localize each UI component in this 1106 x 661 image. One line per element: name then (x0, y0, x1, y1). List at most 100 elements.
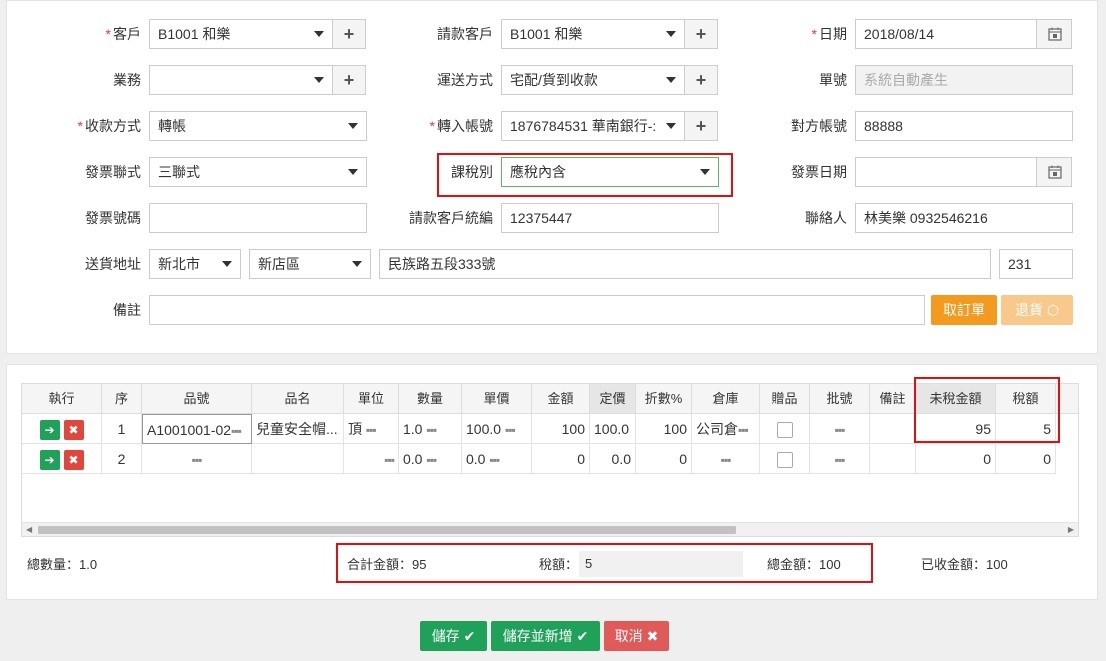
add-business-button[interactable]: + (332, 65, 366, 95)
tax-amount-label: 稅額： (539, 557, 579, 572)
col-header-item-name: 品名 (252, 384, 344, 414)
ellipsis-icon[interactable]: ▪▪▪ (366, 423, 377, 437)
chevron-down-icon (352, 261, 362, 267)
row-qty[interactable]: 1.0 ▪▪▪ (399, 414, 462, 444)
row-unit[interactable]: 頂 ▪▪▪ (344, 414, 399, 444)
row-warehouse[interactable]: 公司倉▪▪▪ (692, 414, 760, 444)
row-discount[interactable]: 0 (636, 444, 692, 474)
row-note[interactable] (870, 414, 916, 444)
save-button[interactable]: 儲存 ✔ (420, 621, 487, 651)
row-amount: 0 (532, 444, 590, 474)
cancel-button[interactable]: 取消 ✖ (604, 621, 669, 651)
grand-total: 總金額：100 (767, 557, 841, 572)
ellipsis-icon[interactable]: ▪▪▪ (489, 453, 500, 467)
chevron-down-icon (666, 77, 676, 83)
x-icon[interactable]: ✖ (63, 450, 84, 471)
invoice-no-input[interactable] (149, 203, 367, 233)
payment-method-label: * 收款方式 (77, 118, 141, 134)
add-transfer-account-button[interactable]: + (684, 111, 718, 141)
date-input[interactable]: 2018/08/14 (855, 19, 1037, 49)
counter-account-input[interactable]: 88888 (855, 111, 1073, 141)
row-item-no[interactable]: A1001001-02▪▪▪ (142, 414, 252, 444)
ellipsis-icon[interactable]: ▪▪▪ (721, 453, 732, 467)
payment-method-select[interactable]: 轉帳 (149, 111, 367, 141)
gift-checkbox[interactable] (776, 422, 793, 439)
calendar-icon (1048, 165, 1062, 179)
row-gift (760, 444, 810, 474)
ellipsis-icon[interactable]: ▪▪▪ (738, 423, 749, 437)
row-unit[interactable]: ▪▪▪ (344, 444, 399, 474)
date-calendar-button[interactable] (1036, 19, 1072, 49)
scrollbar-thumb[interactable] (38, 526, 736, 534)
scroll-right-icon[interactable]: ▶ (1068, 525, 1074, 534)
save-and-new-button[interactable]: 儲存並新增 ✔ (491, 621, 600, 651)
zip-input[interactable]: 231 (999, 249, 1073, 279)
remark-label: 備註 (113, 302, 141, 318)
invoice-date-input[interactable] (855, 157, 1037, 187)
arrow-right-icon[interactable]: ➔ (39, 450, 60, 471)
ellipsis-icon[interactable]: ▪▪▪ (835, 423, 846, 437)
cancel-order-button[interactable]: 取訂單 (931, 295, 997, 325)
add-billing-customer-button[interactable]: + (684, 19, 718, 49)
ellipsis-icon[interactable]: ▪▪▪ (384, 453, 395, 467)
ellipsis-icon[interactable]: ▪▪▪ (426, 453, 437, 467)
plus-icon: + (695, 24, 707, 44)
chevron-down-icon (314, 77, 324, 83)
billing-customer-select[interactable]: B1001 和樂 (501, 19, 685, 49)
remark-textarea[interactable] (149, 295, 925, 325)
ellipsis-icon[interactable]: ▪▪▪ (835, 453, 846, 467)
customer-select[interactable]: B1001 和樂 (149, 19, 333, 49)
ellipsis-icon[interactable]: ▪▪▪ (192, 453, 203, 467)
row-batch[interactable]: ▪▪▪ (810, 444, 870, 474)
row-price[interactable]: 100.0 ▪▪▪ (462, 414, 532, 444)
chevron-down-icon (700, 169, 710, 175)
row-discount[interactable]: 100 (636, 414, 692, 444)
customer-label: * 客戶 (105, 26, 141, 42)
district-select[interactable]: 新店區 (249, 249, 371, 279)
gift-checkbox[interactable] (776, 452, 793, 469)
row-list-price: 0.0 (590, 444, 636, 474)
x-icon[interactable]: ✖ (63, 420, 84, 441)
row-item-no[interactable]: ▪▪▪ (142, 444, 252, 474)
chevron-down-icon (314, 31, 324, 37)
ellipsis-icon[interactable]: ▪▪▪ (231, 424, 242, 438)
invoice-date-label: 發票日期 (791, 164, 847, 180)
contact-input[interactable]: 林美樂 0932546216 (855, 203, 1073, 233)
check-icon: ✔ (463, 628, 476, 644)
invoice-date-calendar-button[interactable] (1036, 157, 1072, 187)
ellipsis-icon[interactable]: ▪▪▪ (426, 423, 437, 437)
plus-icon: + (695, 116, 707, 136)
scroll-left-icon[interactable]: ◀ (26, 525, 32, 534)
add-customer-button[interactable]: + (332, 19, 366, 49)
billing-tax-id-input[interactable]: 12375447 (501, 203, 719, 233)
return-button[interactable]: 退貨 ⬡ (1001, 295, 1073, 325)
row-price[interactable]: 0.0 ▪▪▪ (462, 444, 532, 474)
col-header-warehouse: 倉庫 (692, 384, 760, 414)
row-item-name: 兒童安全帽... (252, 414, 344, 444)
arrow-right-icon[interactable]: ➔ (39, 420, 60, 441)
ellipsis-icon[interactable]: ▪▪▪ (505, 423, 516, 437)
shipping-method-select[interactable]: 宅配/貨到收款 (501, 65, 685, 95)
invoice-type-select[interactable]: 三聯式 (149, 157, 367, 187)
chevron-down-icon (348, 169, 358, 175)
row-note[interactable] (870, 444, 916, 474)
check-icon: ✔ (576, 628, 589, 644)
col-header-seq: 序 (102, 384, 142, 414)
grid-horizontal-scrollbar[interactable]: ◀ ▶ (22, 522, 1078, 536)
add-shipping-method-button[interactable]: + (684, 65, 718, 95)
chevron-down-icon (348, 123, 358, 129)
tax-type-select[interactable]: 應稅內含 (501, 157, 719, 187)
col-header-action: 執行 (22, 384, 102, 414)
city-select[interactable]: 新北市 (149, 249, 241, 279)
transfer-account-select[interactable]: 1876784531 華南銀行-: (501, 111, 685, 141)
row-warehouse[interactable]: ▪▪▪ (692, 444, 760, 474)
row-qty[interactable]: 0.0 ▪▪▪ (399, 444, 462, 474)
row-item-name (252, 444, 344, 474)
col-header-price: 單價 (462, 384, 532, 414)
chevron-down-icon (222, 261, 232, 267)
row-batch[interactable]: ▪▪▪ (810, 414, 870, 444)
tax-amount-value: 5 (579, 551, 743, 577)
business-select[interactable] (149, 65, 333, 95)
street-input[interactable]: 民族路五段333號 (379, 249, 991, 279)
plus-icon: + (343, 24, 355, 44)
